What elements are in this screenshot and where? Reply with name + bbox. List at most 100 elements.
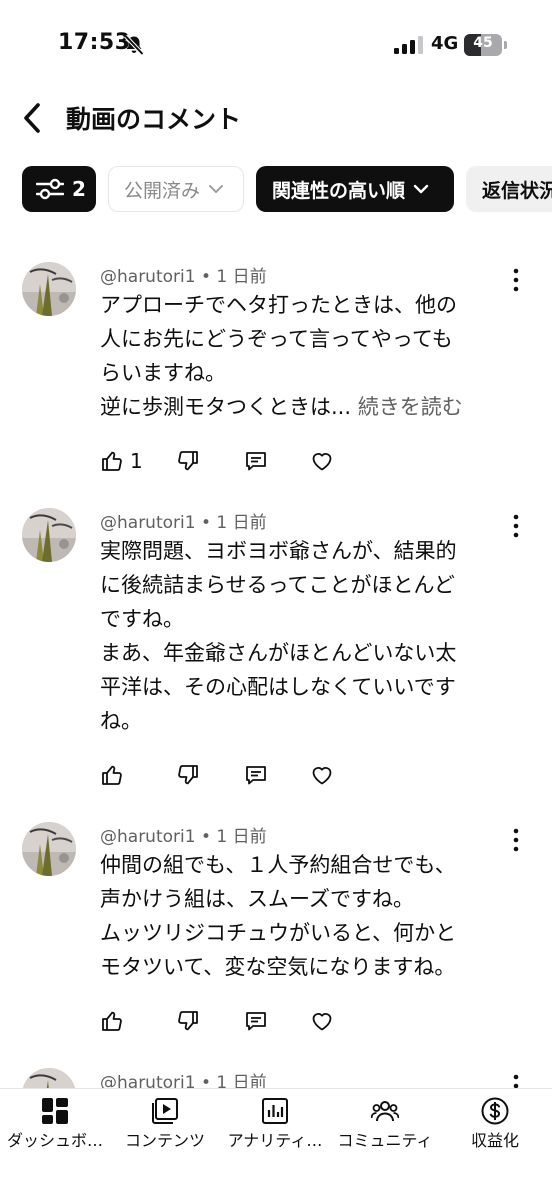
comment-time: 1 日前 [216,1073,267,1088]
heart-button[interactable] [310,1006,334,1036]
like-button[interactable] [100,1006,130,1036]
status-time: 17:53 [58,30,131,55]
comment-line: モタツいて、変な空気になりますね。 [100,955,456,979]
comment-actions [100,760,360,790]
nav-monetization[interactable]: 収益化 [440,1089,550,1159]
comment-meta: @harutori1 • 1 日前 [100,513,267,533]
comment-actions [100,1006,360,1036]
more-vertical-icon[interactable] [506,826,526,854]
reply-status-chip[interactable]: 返信状況 [466,166,552,212]
thumb-up-icon [102,1011,122,1031]
chevron-down-icon [413,184,429,194]
nav-label: コミュニティ [337,1131,433,1150]
comment-line: 実際問題、ヨボヨボ爺さんが、結果的 [100,539,457,563]
like-count: 1 [130,449,143,473]
comment-text: アプローチでヘタ打ったときは、他の 人にお先にどうぞって言ってやっても らいます… [100,288,500,424]
monetization-icon [481,1097,509,1125]
more-vertical-icon[interactable] [506,1072,526,1088]
chevron-down-icon [209,185,224,193]
comment-line: ですね。 [100,607,184,631]
nav-community[interactable]: コミュニティ [330,1089,440,1159]
dislike-button[interactable] [176,446,200,476]
nav-analytics[interactable]: アナリティ… [220,1089,330,1159]
battery-icon: 45 [464,34,508,56]
comment-item: @harutori1 • 1 日前 仲間の組でも、１人予約組合せでも、 声かけう… [0,822,552,1042]
heart-icon [312,767,332,785]
heart-icon [312,453,332,471]
avatar[interactable] [22,1068,76,1088]
app-header: 動画のコメント [0,90,552,150]
published-label: 公開済み [124,179,201,202]
reply-button[interactable] [244,446,268,476]
comment-line: ね。 [100,709,142,733]
nav-content[interactable]: コンテンツ [110,1089,220,1159]
signal-icon [394,36,423,54]
community-icon [371,1101,399,1122]
reply-comment-icon [246,766,266,785]
thumb-down-icon [178,1011,198,1031]
bottom-navigation: ダッシュボ… コンテンツ アナリティ… コミュニティ 収益化 [0,1088,552,1200]
reply-button[interactable] [244,1006,268,1036]
reply-comment-icon [246,1012,266,1031]
status-bar: 17:53 4G 45 [0,0,552,90]
dislike-button[interactable] [176,760,200,790]
avatar-image [22,822,76,876]
dashboard-icon [42,1098,68,1124]
comment-line: らいますね。 [100,361,226,385]
bell-muted-icon [124,34,144,56]
comment-time: 1 日前 [216,827,267,847]
comment-line: ムッツリジコチュウがいると、何かと [100,921,457,945]
sort-order-chip[interactable]: 関連性の高い順 [256,166,454,212]
avatar-image [22,1068,76,1088]
more-vertical-icon[interactable] [506,266,526,294]
analytics-icon [262,1098,288,1124]
nav-label: アナリティ… [227,1131,323,1150]
like-button[interactable]: 1 [100,446,143,476]
read-more-link[interactable]: 続きを読む [358,395,463,419]
reply-button[interactable] [244,760,268,790]
reply-status-label: 返信状況 [482,179,552,202]
comment-text: 実際問題、ヨボヨボ爺さんが、結果的 に後続詰まらせるってことがほとんど ですね。… [100,534,500,738]
avatar[interactable] [22,262,76,316]
heart-button[interactable] [310,760,334,790]
thumb-up-icon [102,765,122,785]
page-title: 動画のコメント [66,105,242,134]
back-chevron-icon[interactable] [20,100,46,136]
comment-author[interactable]: @harutori1 [100,1073,196,1088]
comment-line: 仲間の組でも、１人予約組合せでも、 [100,853,456,877]
comment-item: @harutori1 • 1 日前 [0,1068,552,1088]
dislike-button[interactable] [176,1006,200,1036]
published-filter-chip[interactable]: 公開済み [108,166,244,212]
nav-label: 収益化 [470,1131,519,1150]
avatar[interactable] [22,822,76,876]
filter-count: 2 [72,177,86,201]
avatar[interactable] [22,508,76,562]
comment-line: 逆に歩測モタつくときは... 続きを読む [100,395,463,419]
avatar-image [22,508,76,562]
comment-time: 1 日前 [216,513,267,533]
more-vertical-icon[interactable] [506,512,526,540]
nav-dashboard[interactable]: ダッシュボ… [0,1089,110,1159]
comment-meta: @harutori1 • 1 日前 [100,1068,267,1088]
comment-author[interactable]: @harutori1 [100,827,196,847]
comment-author[interactable]: @harutori1 [100,513,196,533]
thumb-up-icon [102,451,122,471]
network-type: 4G [431,33,459,54]
nav-label: ダッシュボ… [6,1131,103,1150]
comment-line: アプローチでヘタ打ったときは、他の [100,293,457,317]
comment-line: 平洋は、その心配はしなくていいです [100,675,456,699]
comment-item: @harutori1 • 1 日前 実際問題、ヨボヨボ爺さんが、結果的 に後続詰… [0,508,552,798]
sort-label: 関連性の高い順 [272,179,406,202]
battery-level: 45 [473,35,493,51]
filter-settings-chip[interactable]: 2 [22,166,96,212]
comment-author[interactable]: @harutori1 [100,267,196,287]
comment-meta: @harutori1 • 1 日前 [100,827,267,847]
comment-time: 1 日前 [216,267,267,287]
comment-text: 仲間の組でも、１人予約組合せでも、 声かけう組は、スムーズですね。 ムッツリジコ… [100,848,500,984]
like-button[interactable] [100,760,130,790]
heart-icon [312,1013,332,1031]
comment-line: 声かけう組は、スムーズですね。 [100,887,414,911]
heart-button[interactable] [310,446,334,476]
comment-line: まあ、年金爺さんがほとんどいない太 [100,641,457,665]
comment-meta: @harutori1 • 1 日前 [100,267,267,287]
